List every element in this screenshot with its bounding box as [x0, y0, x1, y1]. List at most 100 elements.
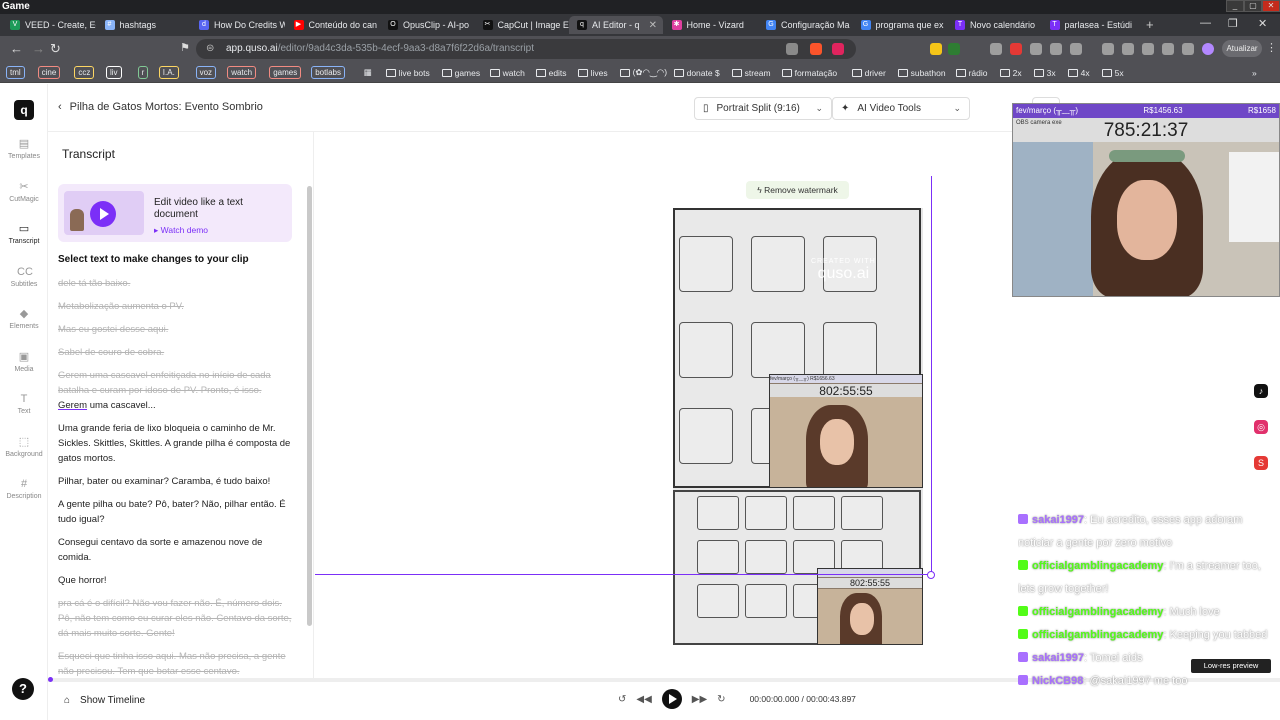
crop-frame-edge[interactable]	[931, 176, 932, 574]
extension-icon[interactable]	[1070, 43, 1082, 55]
bookmark-folder[interactable]: subathon	[897, 65, 946, 80]
extension-icon[interactable]	[1050, 43, 1062, 55]
transcript-segment[interactable]: Pilhar, bater ou examinar? Caramba, é tu…	[58, 474, 292, 489]
bookmark-chip[interactable]: tml	[6, 65, 25, 80]
new-tab-button[interactable]: +	[1146, 17, 1154, 32]
restore-button[interactable]: ▢	[1244, 0, 1262, 12]
transcript-segment[interactable]: Que horror!	[58, 573, 292, 588]
bookmark-folder[interactable]: rádio	[955, 65, 988, 80]
transcript-segment[interactable]: pra cá é o difícil? Não vou fazer não. É…	[58, 596, 292, 641]
edit-video-promo[interactable]: Edit video like a text document ▸ Watch …	[58, 184, 292, 242]
bookmark-folder[interactable]: donate $	[673, 65, 720, 80]
split-divider[interactable]	[315, 574, 931, 575]
transcript-segment[interactable]: Gerem uma cascavel enfeitiçada no início…	[58, 368, 292, 413]
apps-grid-icon[interactable]: ▦	[364, 65, 372, 80]
play-icon[interactable]	[90, 201, 116, 227]
maximize-icon[interactable]: ❐	[1228, 17, 1238, 30]
more-bookmarks-icon[interactable]: »	[1252, 65, 1257, 80]
bookmark-folder[interactable]: stream	[731, 65, 771, 80]
transcript-segment[interactable]: Metabolização aumenta o PV.	[58, 299, 292, 314]
extension-icon[interactable]	[1030, 43, 1042, 55]
skip-back-icon[interactable]: ◀◀	[636, 694, 651, 705]
browser-tab[interactable]: q AI Editor - q ✕	[569, 16, 663, 34]
play-button[interactable]	[661, 689, 682, 709]
bookmark-folder[interactable]: live bots	[385, 65, 430, 80]
reload-icon[interactable]: ↻	[50, 41, 61, 57]
skip-forward-icon[interactable]: ▶▶	[692, 694, 707, 705]
share-icon[interactable]	[786, 43, 798, 55]
browser-tab[interactable]: Tparlasea - Estúdi	[1042, 16, 1136, 34]
bookmark-chip[interactable]: r	[137, 65, 149, 80]
url-text[interactable]: app.quso.ai/editor/9ad4c3da-535b-4ecf-9a…	[226, 43, 534, 54]
bookmark-chip[interactable]: watch	[227, 65, 257, 80]
bookmark-chip[interactable]: voz	[195, 65, 217, 80]
rail-item-cutmagic[interactable]: ✂ CutMagic	[0, 181, 48, 217]
bookmark-folder[interactable]: 3x	[1033, 65, 1056, 80]
browser-tab[interactable]: d How Do Credits W	[191, 16, 285, 34]
rail-item-text[interactable]: T Text	[0, 393, 48, 429]
bookmark-folder[interactable]: (✿◠‿◠)	[619, 65, 667, 80]
transcript-segment[interactable]: Uma grande feria de lixo bloqueia o cami…	[58, 421, 292, 466]
undo-icon[interactable]: ↺	[618, 694, 626, 705]
browser-tab[interactable]: T Novo calendário	[947, 16, 1041, 34]
transcript-scrollbar[interactable]	[306, 180, 312, 630]
rail-item-media[interactable]: ▣ Media	[0, 351, 48, 387]
transcript-segment[interactable]: dele tá tão baixo.	[58, 276, 292, 291]
site-info-icon[interactable]: ⊜	[206, 43, 214, 54]
show-timeline-toggle[interactable]: ⌂ Show Timeline	[64, 695, 145, 706]
bookmark-folder[interactable]: driver	[851, 65, 886, 80]
rewards-icon[interactable]	[832, 43, 844, 55]
playhead[interactable]	[48, 677, 53, 682]
browser-tab[interactable]: ✂ CapCut | Image E	[475, 16, 569, 34]
bookmark-folder[interactable]: games	[441, 65, 480, 80]
bookmark-folder[interactable]: lives	[577, 65, 608, 80]
bookmark-folder[interactable]: 2x	[999, 65, 1022, 80]
bookmark-chip[interactable]: I.A.	[158, 65, 179, 80]
brave-shield-icon[interactable]	[810, 43, 822, 55]
close-tab-icon[interactable]: ✕	[649, 20, 657, 31]
quso-logo[interactable]: q	[14, 100, 34, 120]
resize-handle[interactable]	[927, 571, 935, 579]
back-arrow-icon[interactable]: ←	[10, 41, 23, 56]
rail-item-elements[interactable]: ◆ Elements	[0, 308, 48, 344]
vpn-icon[interactable]	[1182, 43, 1194, 55]
transcript-segment[interactable]: Mas eu gostei desse aqui.	[58, 322, 292, 337]
bookmark-chip[interactable]: liv	[106, 65, 122, 80]
minimize-icon[interactable]: —	[1200, 17, 1211, 29]
bookmark-folder[interactable]: edits	[535, 65, 567, 80]
forward-arrow-icon[interactable]: →	[32, 41, 45, 56]
browser-tab[interactable]: V VEED - Create, Ed	[2, 16, 96, 34]
minimize-button[interactable]: _	[1226, 0, 1244, 12]
back-to-project-link[interactable]: ‹ Pilha de Gatos Mortos: Evento Sombrio	[58, 101, 263, 113]
bookmark-folder[interactable]: watch	[489, 65, 525, 80]
bookmark-chip[interactable]: games	[269, 65, 302, 80]
sidebar-icon[interactable]	[1122, 43, 1134, 55]
menu-icon[interactable]: ⋮	[1266, 41, 1277, 54]
remove-watermark-button[interactable]: ϟ Remove watermark	[746, 181, 849, 199]
bookmark-icon[interactable]: ⚑	[180, 41, 190, 54]
rail-item-subtitles[interactable]: CC Subtitles	[0, 266, 48, 302]
rail-item-transcript[interactable]: ▭ Transcript	[0, 223, 48, 259]
rail-item-description[interactable]: # Description	[0, 478, 48, 514]
url-field[interactable]: ⊜ app.quso.ai/editor/9ad4c3da-535b-4ecf-…	[196, 39, 856, 59]
browser-tab[interactable]: # hashtags	[97, 16, 191, 34]
profile-avatar[interactable]	[1202, 43, 1214, 55]
browser-tab[interactable]: ✱ Home - Vizard	[664, 16, 758, 34]
close-icon[interactable]: ✕	[1258, 17, 1267, 30]
scrollbar-thumb[interactable]	[307, 186, 312, 626]
browser-tab[interactable]: O OpusClip - AI-po	[380, 16, 474, 34]
transcript-segment[interactable]: Sabel de couro de cobra.	[58, 345, 292, 360]
transcript-segment[interactable]: A gente pilha ou bate? Pô, bater? Não, p…	[58, 497, 292, 527]
watch-demo-link[interactable]: ▸ Watch demo	[154, 225, 208, 236]
format-dropdown[interactable]: ▯ Portrait Split (9:16) ⌄	[694, 97, 832, 120]
browser-tab[interactable]: G Configuração Ma	[758, 16, 852, 34]
transcript-list[interactable]: dele tá tão baixo. Metabolização aumenta …	[58, 276, 292, 676]
extensions-icon[interactable]	[1142, 43, 1154, 55]
media-icon[interactable]	[1102, 43, 1114, 55]
browser-tab[interactable]: ▶ Conteúdo do can	[286, 16, 380, 34]
bookmark-chip[interactable]: botlabs	[311, 65, 345, 80]
help-button[interactable]: ?	[12, 678, 34, 700]
update-button[interactable]: Atualizar	[1222, 40, 1262, 57]
rail-item-templates[interactable]: ▤ Templates	[0, 138, 48, 174]
bookmark-folder[interactable]: 5x	[1101, 65, 1124, 80]
